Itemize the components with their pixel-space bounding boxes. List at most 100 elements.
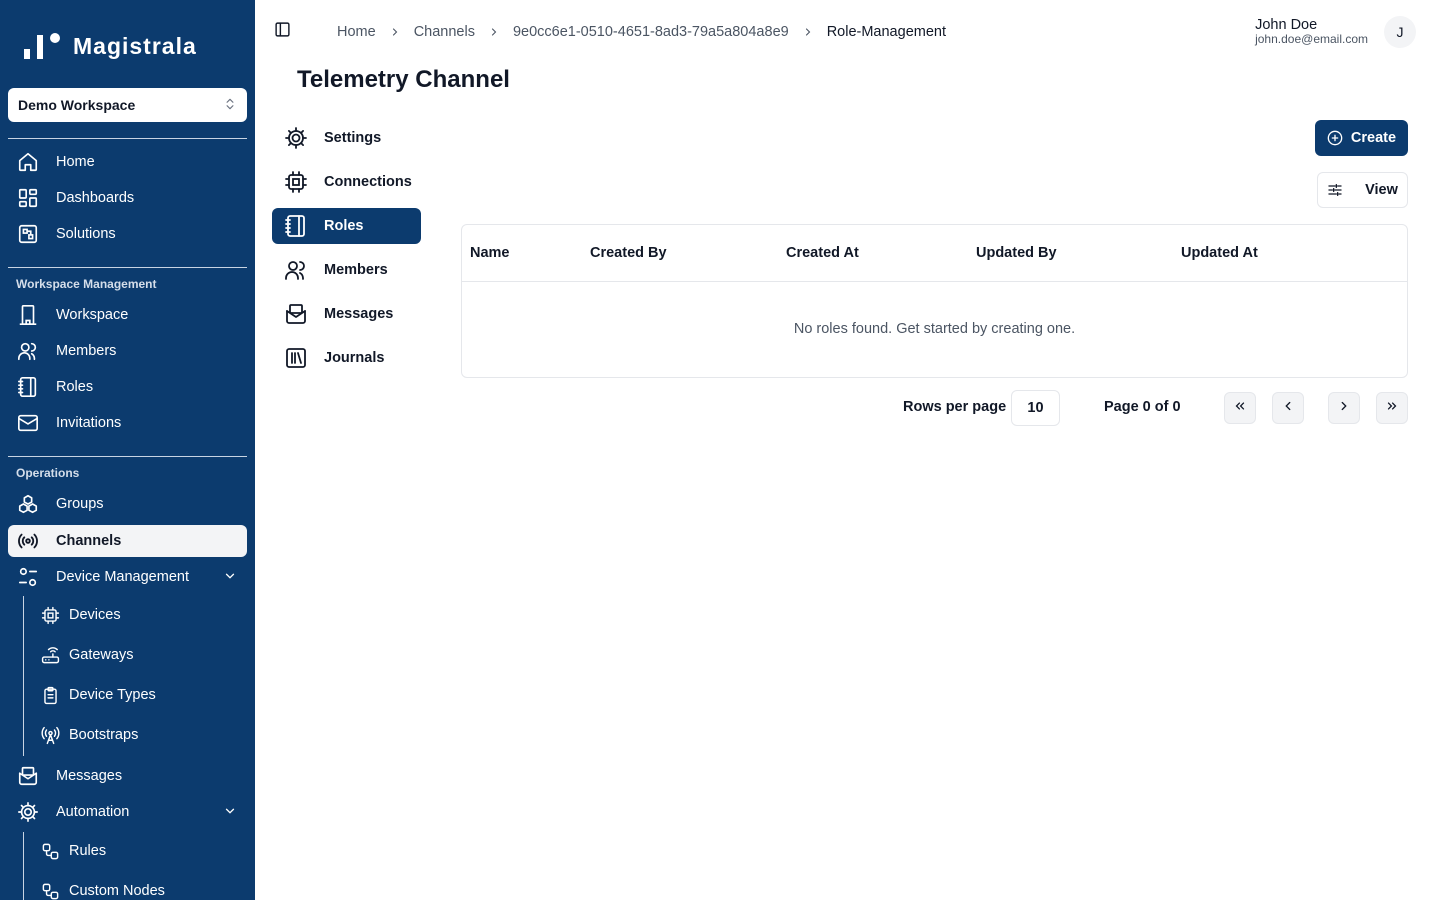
sidebar-item-label: Channels <box>56 533 122 549</box>
next-page-button[interactable] <box>1328 392 1360 424</box>
sidebar-divider <box>8 138 247 139</box>
sidebar-item-label: Device Types <box>69 687 156 703</box>
boxes-icon <box>16 492 40 516</box>
user-email: john.doe@email.com <box>1255 32 1368 46</box>
sidebar-item-messages[interactable]: Messages <box>8 760 247 792</box>
sidebar-item-invitations[interactable]: Invitations <box>8 407 247 439</box>
users-icon <box>284 258 308 282</box>
sidebar-item-label: Devices <box>69 607 121 623</box>
radio-icon <box>16 529 40 553</box>
tab-members[interactable]: Members <box>272 252 421 288</box>
sidebar-item-solutions[interactable]: Solutions <box>8 218 247 250</box>
tab-journals[interactable]: Journals <box>272 340 421 376</box>
breadcrumb-channels[interactable]: Channels <box>414 24 475 40</box>
column-header-created-by[interactable]: Created By <box>590 245 667 261</box>
sidebar-item-label: Custom Nodes <box>69 883 165 899</box>
chevron-right-icon <box>389 26 401 38</box>
tab-label: Members <box>324 262 388 278</box>
users-icon <box>16 339 40 363</box>
sidebar-item-dashboards[interactable]: Dashboards <box>8 182 247 214</box>
tab-label: Roles <box>324 218 364 234</box>
workspace-name: Demo Workspace <box>18 97 136 113</box>
column-header-updated-at[interactable]: Updated At <box>1181 245 1258 261</box>
chevron-left-icon <box>1281 399 1295 418</box>
page-info: Page 0 of 0 <box>1104 399 1181 415</box>
gear-icon <box>16 800 40 824</box>
workspace-selector[interactable]: Demo Workspace <box>8 88 247 122</box>
notebook-icon <box>284 214 308 238</box>
mail-open-icon <box>284 302 308 326</box>
antenna-icon <box>40 725 60 745</box>
column-header-name[interactable]: Name <box>470 245 510 261</box>
sidebar-item-label: Messages <box>56 768 123 784</box>
router-icon <box>40 645 60 665</box>
tab-label: Connections <box>324 174 412 190</box>
library-icon <box>284 346 308 370</box>
plus-circle-icon <box>1327 130 1343 146</box>
sidebar-item-label: Dashboards <box>56 190 135 206</box>
sidebar-item-automation[interactable]: Automation <box>8 796 247 828</box>
previous-page-button[interactable] <box>1272 392 1304 424</box>
sidebar-item-custom-nodes[interactable]: Custom Nodes <box>32 875 242 900</box>
tab-label: Messages <box>324 306 394 322</box>
mail-open-icon <box>16 764 40 788</box>
sidebar-item-label: Rules <box>69 843 107 859</box>
sidebar-item-channels[interactable]: Channels <box>8 525 247 557</box>
rows-per-page-select[interactable]: 10 <box>1011 390 1060 426</box>
sidebar-item-label: Automation <box>56 804 130 820</box>
last-page-button[interactable] <box>1376 392 1408 424</box>
breadcrumb-channel-id[interactable]: 9e0cc6e1-0510-4651-8ad3-79a5a804a8e9 <box>513 24 789 40</box>
create-button[interactable]: Create <box>1315 120 1408 156</box>
column-header-updated-by[interactable]: Updated By <box>976 245 1057 261</box>
view-label: View <box>1365 182 1398 198</box>
chevron-down-icon <box>223 804 237 822</box>
tab-roles[interactable]: Roles <box>272 208 421 244</box>
submenu-line <box>23 832 24 900</box>
avatar[interactable]: J <box>1384 16 1416 48</box>
sidebar-item-groups[interactable]: Groups <box>8 488 247 520</box>
sidebar-toggle-button[interactable] <box>272 22 292 42</box>
sidebar-item-devices[interactable]: Devices <box>32 599 242 631</box>
sidebar-item-device-management[interactable]: Device Management <box>8 561 247 593</box>
dashboard-icon <box>16 186 40 210</box>
sidebar-divider <box>8 456 247 457</box>
tab-settings[interactable]: Settings <box>272 120 421 156</box>
breadcrumb: Home Channels 9e0cc6e1-0510-4651-8ad3-79… <box>337 22 946 42</box>
sidebar-item-workspace[interactable]: Workspace <box>8 299 247 331</box>
user-info[interactable]: John Doe john.doe@email.com <box>1255 17 1368 46</box>
sidebar-item-device-types[interactable]: Device Types <box>32 679 242 711</box>
sidebar-item-label: Members <box>56 343 117 359</box>
chevron-right-icon <box>1337 399 1351 418</box>
sidebar-item-label: Solutions <box>56 226 116 242</box>
workflow-icon <box>40 881 60 900</box>
sidebar-item-rules[interactable]: Rules <box>32 835 242 867</box>
sidebar-item-label: Groups <box>56 496 104 512</box>
settings-sliders-icon <box>16 565 40 589</box>
empty-state-message: No roles found. Get started by creating … <box>793 321 1076 337</box>
breadcrumb-home[interactable]: Home <box>337 24 376 40</box>
cpu-icon <box>40 605 60 625</box>
tab-connections[interactable]: Connections <box>272 164 421 200</box>
panel-left-icon <box>274 21 291 43</box>
sidebar: Magistrala Demo Workspace Home Dashboard… <box>0 0 255 900</box>
user-name: John Doe <box>1255 17 1318 33</box>
sidebar-item-label: Invitations <box>56 415 122 431</box>
column-header-created-at[interactable]: Created At <box>786 245 859 261</box>
tab-messages[interactable]: Messages <box>272 296 421 332</box>
sidebar-item-home[interactable]: Home <box>8 146 247 178</box>
app-logo[interactable]: Magistrala <box>24 30 197 62</box>
sidebar-item-bootstraps[interactable]: Bootstraps <box>32 719 242 751</box>
sidebar-item-gateways[interactable]: Gateways <box>32 639 242 671</box>
workflow-icon <box>40 841 60 861</box>
sidebar-item-label: Roles <box>56 379 94 395</box>
sidebar-item-members[interactable]: Members <box>8 335 247 367</box>
view-options-button[interactable]: View <box>1317 172 1408 208</box>
sidebar-item-label: Workspace <box>56 307 129 323</box>
first-page-button[interactable] <box>1224 392 1256 424</box>
sidebar-item-roles[interactable]: Roles <box>8 371 247 403</box>
rows-per-page-label: Rows per page <box>903 399 1007 415</box>
logo-text: Magistrala <box>73 32 197 59</box>
sidebar-item-label: Home <box>56 154 95 170</box>
tab-label: Settings <box>324 130 382 146</box>
mail-icon <box>16 411 40 435</box>
